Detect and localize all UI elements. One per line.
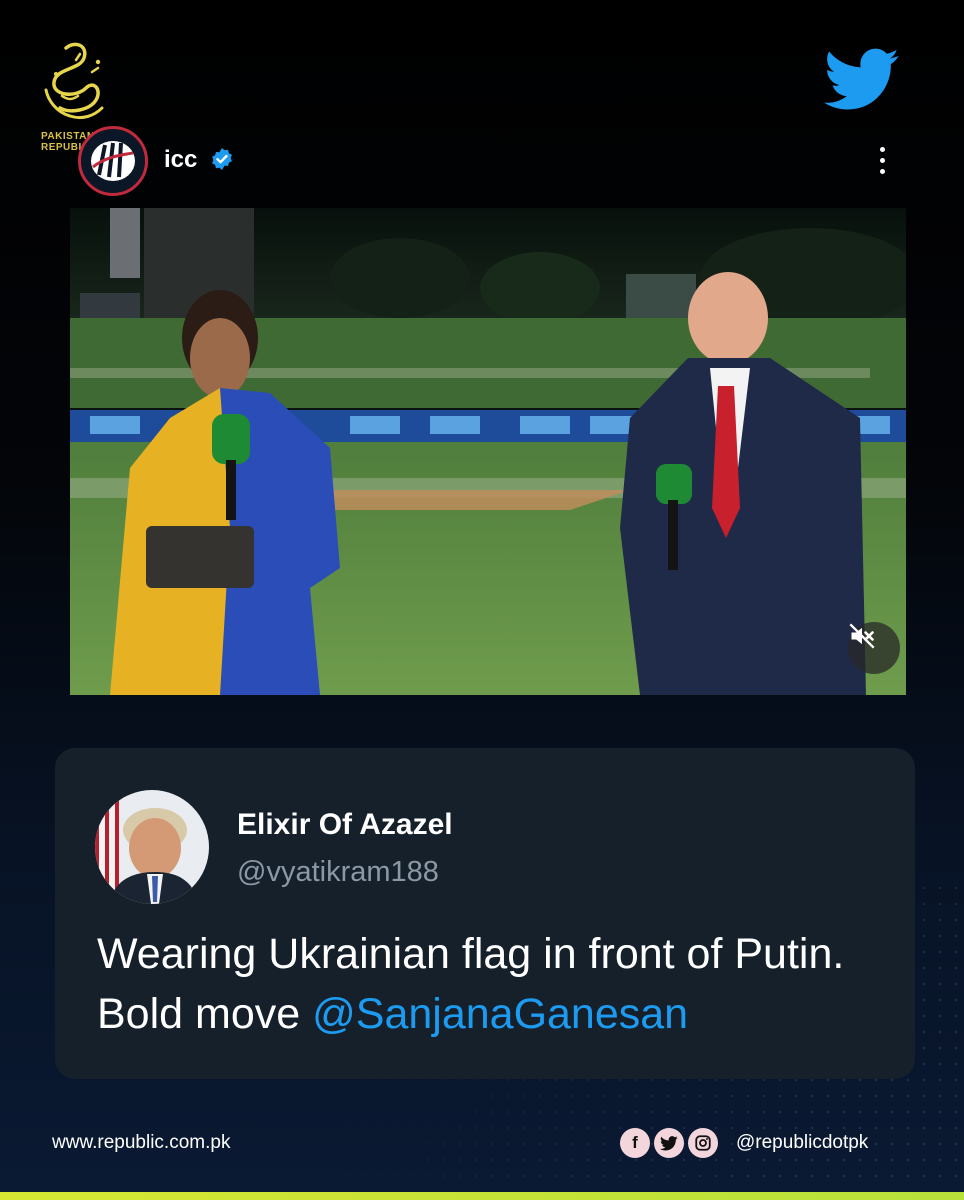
website-link[interactable]: www.republic.com.pk	[52, 1132, 230, 1154]
mention-link[interactable]: @SanjanaGanesan	[312, 990, 688, 1038]
accent-strip	[0, 1192, 964, 1200]
social-icons: f	[620, 1128, 718, 1158]
twitter-bird-icon	[824, 48, 899, 110]
icc-logo-icon	[91, 141, 135, 181]
mute-button[interactable]	[848, 622, 900, 674]
twitter-icon[interactable]	[654, 1128, 684, 1158]
twitter-glyph-icon	[660, 1135, 678, 1150]
more-vertical-icon	[879, 146, 885, 152]
social-handle[interactable]: @republicdotpk	[736, 1132, 868, 1154]
display-name[interactable]: Elixir Of Azazel	[237, 808, 453, 842]
video-player[interactable]	[70, 208, 906, 695]
volume-muted-icon	[849, 623, 875, 649]
tweet-card[interactable]: Elixir Of Azazel @vyatikram188 Wearing U…	[55, 748, 915, 1079]
tweet-text: Wearing Ukrainian flag in front of Putin…	[97, 924, 897, 1044]
username[interactable]: @vyatikram188	[237, 856, 439, 889]
instagram-icon[interactable]	[688, 1128, 718, 1158]
user-avatar-image	[95, 790, 209, 904]
video-frame	[70, 208, 906, 695]
user-avatar[interactable]	[95, 790, 209, 904]
icc-avatar[interactable]	[78, 126, 148, 196]
more-options-button[interactable]	[866, 140, 898, 180]
verified-badge-icon	[212, 148, 232, 170]
facebook-icon[interactable]: f	[620, 1128, 650, 1158]
account-handle[interactable]: icc	[164, 146, 197, 174]
instagram-glyph-icon	[695, 1135, 711, 1151]
